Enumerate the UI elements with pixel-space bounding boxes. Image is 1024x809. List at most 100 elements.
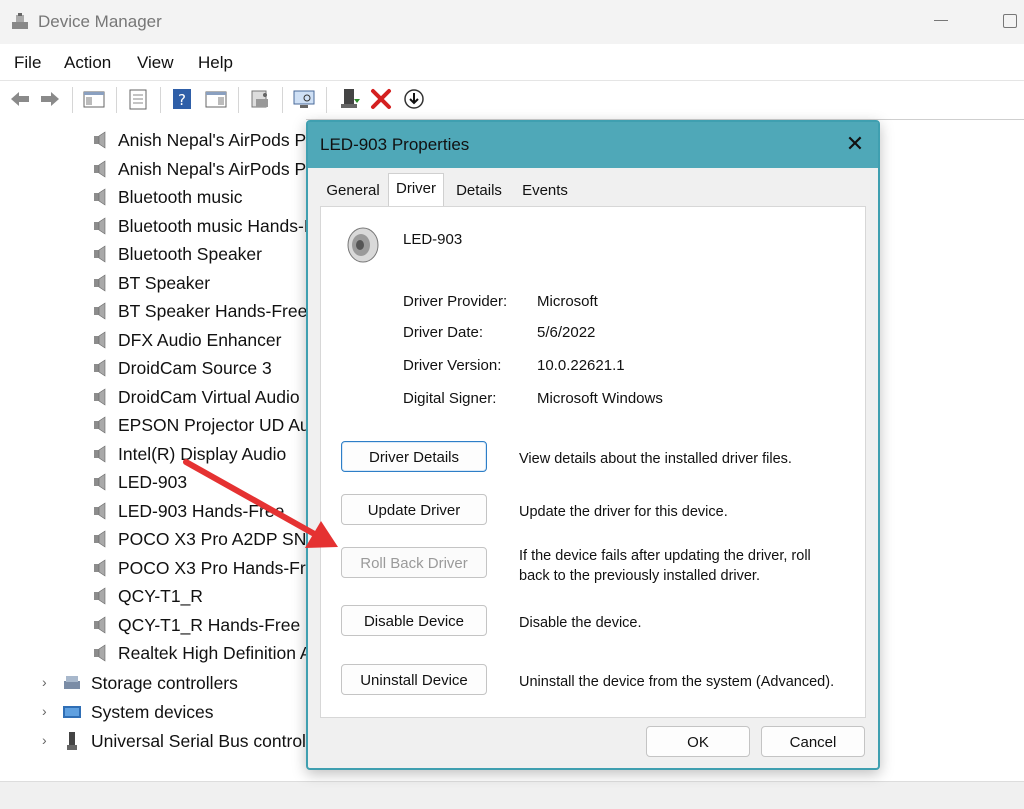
tab-details[interactable]: Details <box>446 176 512 205</box>
speaker-icon <box>94 501 106 520</box>
print-icon[interactable] <box>248 87 272 111</box>
speaker-icon <box>94 273 106 292</box>
driver-tab-panel: LED-903 Driver Provider: Microsoft Drive… <box>320 206 866 718</box>
tree-item-label: LED-903 Hands-Free <box>118 500 285 521</box>
svg-text:?: ? <box>178 91 186 109</box>
tree-item-label: Bluetooth music Hands-I <box>118 215 306 236</box>
tab-general[interactable]: General <box>320 176 386 205</box>
speaker-icon <box>94 245 106 263</box>
speaker-icon <box>94 644 106 662</box>
tree-item-label: Anish Nepal's AirPods Pr <box>118 158 306 179</box>
cancel-button[interactable]: Cancel <box>761 726 865 757</box>
menu-help[interactable]: Help <box>198 53 233 73</box>
tree-item-label: Anish Nepal's AirPods Pr <box>118 130 306 150</box>
disable-device-desc: Disable the device. <box>519 615 642 631</box>
tree-item-label: BT Speaker Hands-Free <box>118 301 306 321</box>
tree-item-label: QCY-T1_R <box>118 586 203 606</box>
device-name: LED-903 <box>403 231 463 248</box>
tree-item-label: POCO X3 Pro A2DP SNK <box>118 529 306 549</box>
roll-back-driver-desc: If the device fails after updating the d… <box>519 548 811 584</box>
tree-item-label: BT Speaker <box>118 272 211 293</box>
speaker-icon <box>94 159 106 178</box>
tree-item-label: Bluetooth music <box>118 187 243 207</box>
uninstall-icon[interactable] <box>369 87 393 111</box>
digital-signer-label: Digital Signer: <box>403 390 497 407</box>
tree-item-label: Storage controllers <box>91 673 238 693</box>
show-hide-tree-icon[interactable] <box>82 87 106 111</box>
tree-item-label: Bluetooth Speaker <box>118 244 262 264</box>
speaker-icon <box>94 615 106 634</box>
speaker-icon <box>347 227 379 263</box>
menu-file[interactable]: File <box>14 53 41 73</box>
speaker-icon <box>94 444 106 463</box>
disable-device-button[interactable]: Disable Device <box>341 605 487 636</box>
speaker-icon <box>94 359 106 377</box>
toolbar-separator <box>72 87 73 113</box>
driver-date-label: Driver Date: <box>403 324 484 341</box>
update-driver-button[interactable]: Update Driver <box>341 494 487 525</box>
driver-provider-label: Driver Provider: <box>403 293 508 310</box>
tree-item-label: DFX Audio Enhancer <box>118 329 282 350</box>
tree-item-label: Universal Serial Bus controlle <box>91 731 306 751</box>
toolbar-separator <box>160 87 161 113</box>
properties-icon[interactable] <box>126 87 150 111</box>
download-icon[interactable] <box>402 87 426 111</box>
tab-events[interactable]: Events <box>514 176 576 205</box>
chevron-right-icon[interactable]: › <box>42 732 47 748</box>
toolbar: ? <box>0 80 1024 120</box>
update-driver-icon[interactable] <box>338 87 362 111</box>
menu-bar: File Action View Help <box>0 44 1024 80</box>
uninstall-device-desc: Uninstall the device from the system (Ad… <box>519 674 835 690</box>
tree-item-label: LED-903 <box>118 472 188 492</box>
ok-button[interactable]: OK <box>646 726 750 757</box>
properties-dialog: LED-903 Properties ✕ General Driver Deta… <box>306 120 880 770</box>
driver-details-desc: View details about the installed driver … <box>519 451 792 467</box>
toolbar-separator <box>282 87 283 113</box>
action-pane-icon[interactable] <box>204 87 228 111</box>
menu-view[interactable]: View <box>137 53 174 73</box>
speaker-icon <box>94 473 106 491</box>
driver-date-value: 5/6/2022 <box>537 324 596 341</box>
forward-arrow-icon[interactable] <box>38 87 62 111</box>
tree-item-label: QCY-T1_R Hands-Free <box>118 614 301 635</box>
tree-item-label: DroidCam Source 3 <box>118 358 272 378</box>
tree-item-label: DroidCam Virtual Audio <box>118 386 300 407</box>
tree-item-label: Realtek High Definition A <box>118 643 306 663</box>
scan-hardware-icon[interactable] <box>292 87 316 111</box>
back-arrow-icon[interactable] <box>8 87 32 111</box>
minimize-button[interactable] <box>934 20 948 21</box>
maximize-button[interactable] <box>1003 14 1017 28</box>
storage-controller-icon <box>64 676 80 689</box>
speaker-icon <box>94 587 106 605</box>
device-manager-icon <box>12 13 28 29</box>
speaker-icon <box>94 416 106 434</box>
toolbar-separator <box>116 87 117 113</box>
menu-action[interactable]: Action <box>64 53 111 73</box>
speaker-icon <box>94 387 106 406</box>
window-title: Device Manager <box>38 12 162 31</box>
speaker-icon <box>94 530 106 548</box>
chevron-right-icon[interactable]: › <box>42 674 47 690</box>
uninstall-device-button[interactable]: Uninstall Device <box>341 664 487 695</box>
speaker-icon <box>94 131 106 149</box>
usb-icon <box>67 732 77 750</box>
close-icon[interactable]: ✕ <box>842 131 868 157</box>
help-icon[interactable]: ? <box>170 87 194 111</box>
device-tree: Anish Nepal's AirPods Pr Anish Nepal's Ai… <box>0 119 306 779</box>
tree-item-label: System devices <box>91 702 214 722</box>
driver-version-label: Driver Version: <box>403 357 502 374</box>
dialog-title: LED-903 Properties <box>320 135 470 154</box>
driver-provider-value: Microsoft <box>537 293 598 310</box>
roll-back-driver-button[interactable]: Roll Back Driver <box>341 547 487 578</box>
speaker-icon <box>94 188 106 206</box>
chevron-right-icon[interactable]: › <box>42 703 47 719</box>
speaker-icon <box>94 330 106 349</box>
system-devices-icon <box>63 706 81 718</box>
speaker-icon <box>94 558 106 577</box>
tab-driver[interactable]: Driver <box>388 173 444 206</box>
toolbar-separator <box>326 87 327 113</box>
tree-item-label: EPSON Projector UD Au <box>118 415 306 435</box>
status-bar <box>0 781 1024 809</box>
driver-version-value: 10.0.22621.1 <box>537 357 625 374</box>
driver-details-button[interactable]: Driver Details <box>341 441 487 472</box>
